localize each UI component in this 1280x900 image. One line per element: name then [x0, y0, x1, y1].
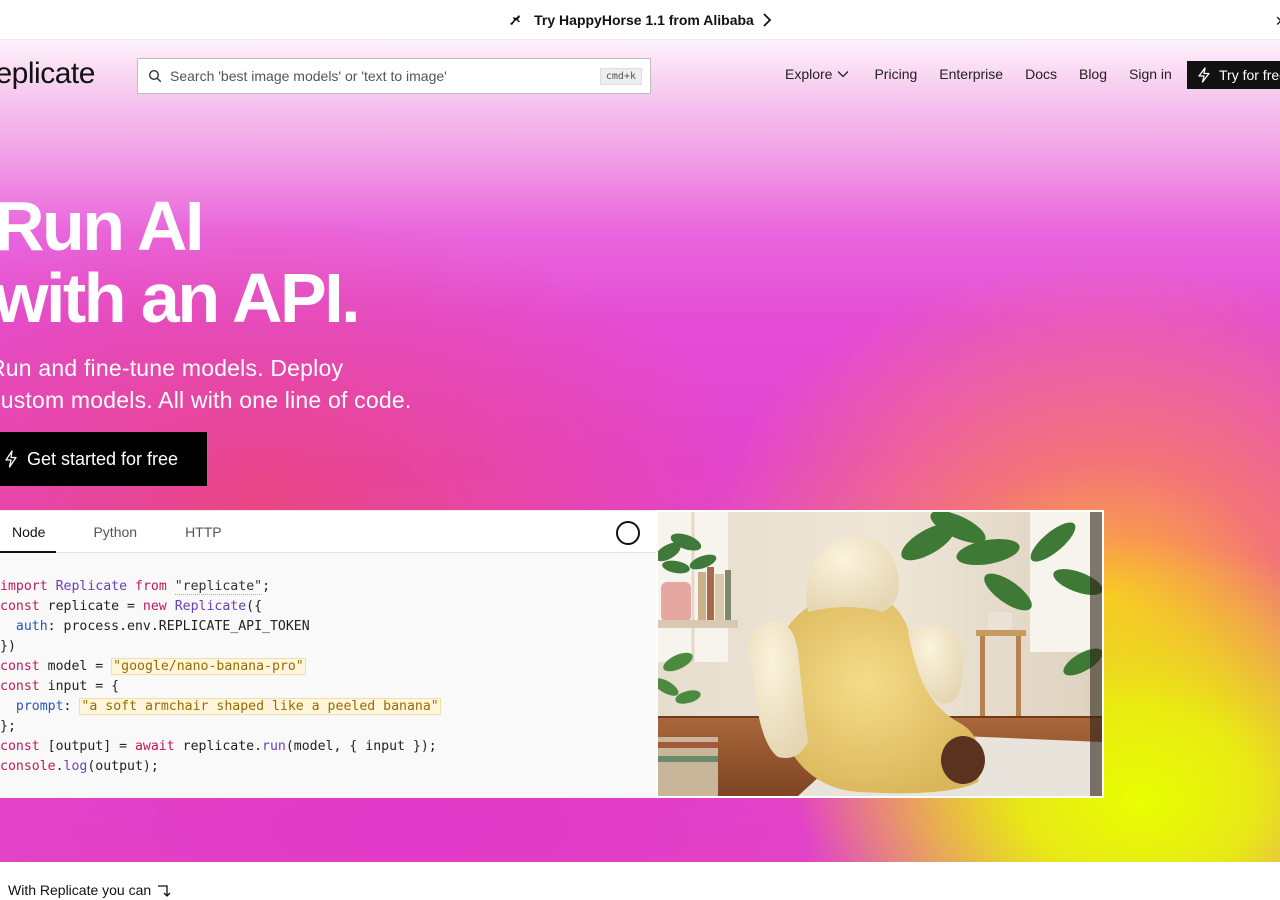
announcement-text[interactable]: Try HappyHorse 1.1 from Alibaba — [534, 12, 754, 28]
hero-subtitle-line-1: Run and fine-tune models. Deploy — [0, 355, 344, 381]
nav-docs[interactable]: Docs — [1025, 66, 1057, 82]
logo[interactable]: replicate — [0, 57, 95, 91]
chevron-down-icon — [838, 71, 849, 78]
try-for-free-button[interactable]: Try for free — [1187, 61, 1280, 89]
close-icon[interactable]: × — [1275, 11, 1280, 32]
tab-http[interactable]: HTTP — [185, 524, 222, 552]
nav-explore-label: Explore — [785, 66, 833, 82]
loading-spinner-icon — [616, 521, 640, 545]
search-icon — [148, 69, 162, 83]
search-input[interactable] — [170, 68, 600, 84]
code-block[interactable]: import Replicate from "replicate"; const… — [0, 553, 658, 777]
hero-subtitle: Run and fine-tune models. Deploy custom … — [0, 352, 411, 416]
banana-armchair-image — [658, 512, 1102, 796]
main-nav: Explore Pricing Enterprise Docs Blog Sig… — [785, 66, 1194, 82]
hero-title: Run AI with an API. — [0, 187, 361, 337]
bolt-icon — [5, 450, 17, 468]
language-tabs: Node Python HTTP — [0, 511, 658, 553]
hero-title-line-1: Run AI — [0, 187, 204, 265]
hero-subtitle-line-2: custom models. All with one line of code… — [0, 387, 412, 413]
horse-icon — [510, 14, 521, 25]
search-box[interactable]: cmd+k — [137, 58, 651, 94]
nav-explore[interactable]: Explore — [785, 66, 849, 82]
chevron-right-icon — [763, 12, 772, 27]
tab-node[interactable]: Node — [0, 524, 58, 553]
hero-title-line-2: with an API. — [0, 259, 361, 337]
arrow-turn-down-icon — [158, 885, 171, 897]
search-shortcut-badge: cmd+k — [599, 67, 642, 85]
code-prompt-value: a soft armchair shaped like a peeled ban… — [89, 699, 431, 714]
code-model-value: google/nano-banana-pro — [121, 659, 296, 674]
try-for-free-label: Try for free — [1219, 67, 1280, 83]
announcement-bar[interactable]: Try HappyHorse 1.1 from Alibaba × — [0, 0, 1280, 40]
code-example-panel: Node Python HTTP import Replicate from "… — [0, 510, 658, 798]
section-teaser: With Replicate you can — [8, 882, 173, 898]
nav-pricing[interactable]: Pricing — [874, 66, 917, 82]
nav-blog[interactable]: Blog — [1079, 66, 1107, 82]
bolt-icon — [1198, 67, 1210, 83]
section-teaser-text: With Replicate you can — [8, 882, 152, 898]
tab-python[interactable]: Python — [93, 524, 137, 552]
generated-image — [658, 512, 1102, 796]
nav-sign-in[interactable]: Sign in — [1129, 66, 1172, 82]
nav-enterprise[interactable]: Enterprise — [939, 66, 1003, 82]
get-started-button[interactable]: Get started for free — [0, 432, 207, 486]
get-started-label: Get started for free — [27, 448, 179, 469]
